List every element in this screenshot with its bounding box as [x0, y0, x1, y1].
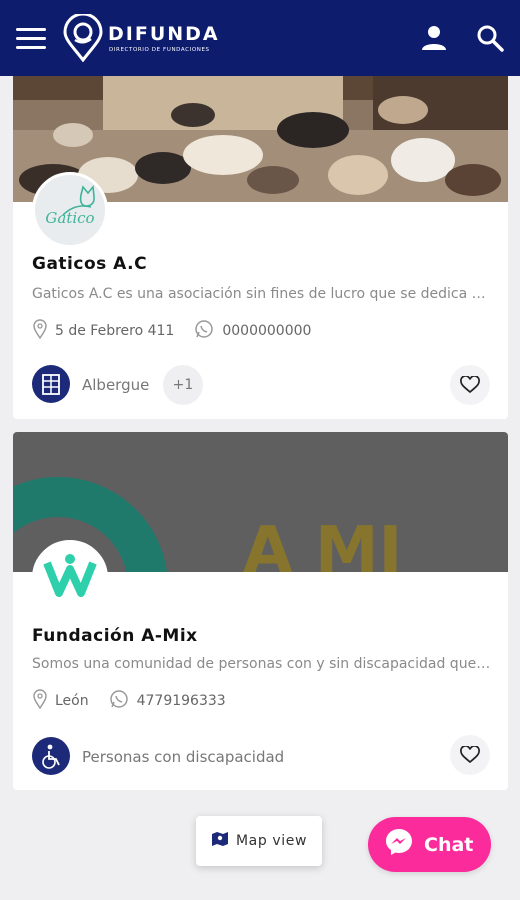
card-contact-info: León 4779196333: [33, 689, 226, 713]
more-categories-badge[interactable]: +1: [163, 365, 203, 405]
brand-name: DIFUNDA: [108, 23, 220, 45]
heart-icon: [460, 376, 480, 394]
chat-label: Chat: [424, 833, 474, 856]
foundation-card-amix[interactable]: A MI Fundación A-Mix Somos una comunidad…: [13, 432, 508, 790]
amix-logo-avatar: [32, 540, 108, 616]
top-app-bar: DIFUNDA DIRECTORIO DE FUNDACIONES: [0, 0, 520, 76]
card-contact-info: 5 de Febrero 411 0000000000: [33, 319, 311, 343]
card-address: 5 de Febrero 411: [55, 323, 175, 339]
favorite-button[interactable]: [450, 365, 490, 405]
gaticos-logo-avatar: Gatico: [32, 172, 108, 248]
card-category: Personas con discapacidad: [82, 748, 285, 766]
brand-tagline: DIRECTORIO DE FUNDACIONES: [109, 47, 210, 53]
hamburger-menu-icon[interactable]: [16, 28, 46, 50]
card-title[interactable]: Gaticos A.C: [32, 254, 147, 274]
map-icon: [211, 831, 229, 851]
search-icon[interactable]: [474, 22, 506, 54]
map-pin-logo-icon: [63, 14, 103, 62]
user-icon[interactable]: [418, 22, 450, 54]
card-phone[interactable]: 0000000000: [222, 323, 311, 339]
card-description: Gaticos A.C es una asociación sin fines …: [32, 286, 492, 302]
map-view-label: Map view: [235, 833, 308, 849]
chat-button[interactable]: Chat: [368, 817, 491, 872]
card-title[interactable]: Fundación A-Mix: [32, 626, 198, 646]
shelter-icon: [32, 365, 70, 403]
heart-icon: [460, 746, 480, 764]
whatsapp-icon: [194, 319, 214, 343]
card-category: Albergue: [82, 376, 150, 394]
card-description: Somos una comunidad de personas con y si…: [32, 656, 492, 672]
gaticos-logo-text: Gatico: [45, 209, 94, 227]
favorite-button[interactable]: [450, 735, 490, 775]
banner-text: A MI: [243, 514, 402, 572]
map-view-button[interactable]: Map view: [196, 816, 322, 866]
foundation-card-gaticos[interactable]: Gatico Gaticos A.C Gaticos A.C es una as…: [13, 40, 508, 419]
card-phone[interactable]: 4779196333: [137, 693, 226, 709]
wheelchair-icon: [32, 737, 70, 775]
messenger-icon: [384, 827, 414, 862]
difunda-logo[interactable]: DIFUNDA DIRECTORIO DE FUNDACIONES: [62, 14, 222, 64]
whatsapp-icon: [109, 689, 129, 713]
card-address: León: [55, 693, 89, 709]
location-pin-icon: [33, 319, 47, 343]
location-pin-icon: [33, 689, 47, 713]
